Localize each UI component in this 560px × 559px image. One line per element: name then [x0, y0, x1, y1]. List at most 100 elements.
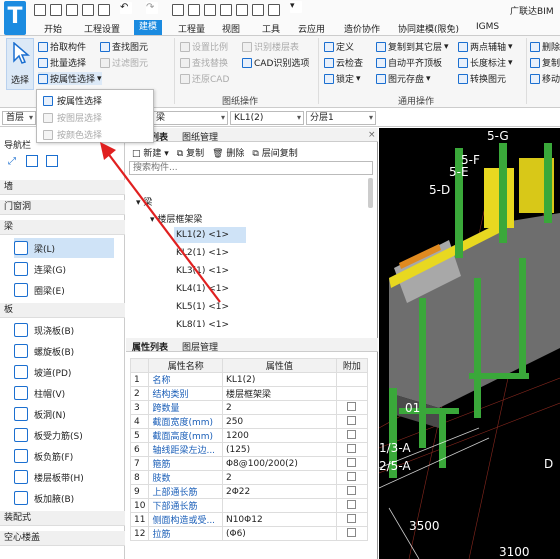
restore-cad-button[interactable]: 还原CAD [180, 72, 229, 85]
pick-component-button[interactable]: 拾取构件 [38, 40, 86, 53]
copy-button[interactable]: 复制 [530, 56, 560, 69]
nav-item-column-cap[interactable]: 柱帽(V) [14, 383, 114, 403]
tab-drawing-management[interactable]: 图纸管理 [182, 130, 218, 143]
new-button[interactable]: □ 新建 ▾ [132, 146, 169, 159]
tree-item-kl2[interactable]: KL2(1) <1> [174, 245, 246, 261]
prop-value[interactable]: 楼层框架梁 [221, 386, 337, 401]
tab-modeling[interactable]: 建模 [134, 20, 163, 35]
nav-item-negative-rebar[interactable]: 板负筋(F) [14, 446, 114, 466]
extra-checkbox[interactable] [347, 401, 357, 411]
menu-item-by-layer[interactable]: 按图层选择 [43, 111, 102, 124]
nav-grid-icon[interactable] [46, 155, 58, 167]
two-point-axis-button[interactable]: 两点辅轴 ▾ [458, 40, 513, 53]
nav-item-beam[interactable]: 梁(L) [14, 238, 114, 258]
lock-button[interactable]: 锁定 ▾ [324, 72, 361, 85]
extra-checkbox[interactable] [347, 457, 357, 467]
list-icon[interactable] [98, 4, 110, 16]
tab-quantity[interactable]: 工程量 [178, 22, 205, 35]
extra-checkbox[interactable] [347, 429, 357, 439]
property-row[interactable]: 12 拉筋 (Φ6) [129, 526, 369, 541]
convert-element-button[interactable]: 转换图元 [458, 72, 506, 85]
property-row[interactable]: 2 结构类别 楼层框架梁 [129, 386, 369, 401]
copy-component-button[interactable]: ⧉ 复制 [177, 146, 204, 159]
layout-icon[interactable] [268, 4, 280, 16]
open-file-icon[interactable] [50, 4, 62, 16]
component-select[interactable]: KL1(2) [230, 111, 304, 125]
prop-value[interactable]: N10Φ12 [221, 512, 337, 527]
auto-level-slab-button[interactable]: 自动平齐顶板 [376, 56, 442, 69]
extra-checkbox[interactable] [347, 471, 357, 481]
app-logo[interactable]: T [4, 1, 26, 35]
tab-collab-modeling[interactable]: 协同建模(限免) [398, 22, 459, 35]
property-row[interactable]: 9 上部通长筋 2Φ22 [129, 484, 369, 499]
cad-recognize-options-button[interactable]: CAD识别选项 [242, 56, 309, 69]
property-row[interactable]: 11 侧面构造或受... N10Φ12 [129, 512, 369, 527]
floor-select[interactable]: 首层 [2, 111, 36, 125]
prop-value[interactable] [221, 498, 337, 513]
delete-component-button[interactable]: 🗑 删除 [212, 146, 244, 159]
tree-root-beam[interactable]: ▾ 梁 [136, 195, 152, 208]
prop-value[interactable]: (Φ6) [221, 526, 337, 541]
menu-item-by-color[interactable]: 按颜色选择 [43, 128, 102, 141]
move-button[interactable]: 移动 [530, 72, 560, 85]
property-row[interactable]: 1 名称 KL1(2) [129, 372, 369, 387]
component-search-input[interactable] [129, 161, 373, 175]
nav-section-slab[interactable]: 板 [0, 303, 125, 318]
prop-value[interactable]: 2 [221, 470, 337, 485]
3d-viewport[interactable]: 5-G 5-F 5-E 5-D 01 1/3-A 2/5-A 3500 3100… [379, 128, 560, 559]
nav-pin-icon[interactable]: ⤢ [8, 156, 16, 167]
delete-button[interactable]: 删除 [530, 40, 560, 53]
grid-icon[interactable] [188, 4, 200, 16]
tree-item-kl4[interactable]: KL4(1) <1> [174, 281, 246, 297]
redo-icon[interactable]: ↷ [146, 2, 158, 14]
tab-start[interactable]: 开始 [44, 22, 62, 35]
save-icon[interactable] [66, 4, 78, 16]
floor-copy-button[interactable]: ⧉ 层间复制 [252, 146, 297, 159]
table-icon[interactable] [204, 4, 216, 16]
prop-value[interactable]: 2Φ22 [221, 484, 337, 499]
prop-value[interactable]: 1200 [221, 428, 337, 443]
property-row[interactable]: 10 下部通长筋 [129, 498, 369, 513]
extra-checkbox-cell[interactable] [335, 442, 369, 457]
extra-checkbox[interactable] [347, 485, 357, 495]
length-mark-button[interactable]: 长度标注 ▾ [458, 56, 513, 69]
tree-group-frame-beam[interactable]: ▾ 楼层框架梁 [150, 212, 202, 225]
prop-value[interactable]: (125) [221, 442, 337, 457]
extra-checkbox-cell[interactable] [335, 526, 369, 541]
extra-checkbox-cell[interactable] [335, 414, 369, 429]
category-select[interactable]: 梁 [152, 111, 228, 125]
tree-scrollbar[interactable] [368, 178, 373, 208]
nav-section-hollow-floor[interactable]: 空心楼盖 [0, 531, 125, 546]
extra-checkbox-cell[interactable] [335, 470, 369, 485]
set-ratio-button[interactable]: 设置比例 [180, 40, 228, 53]
nav-section-wall[interactable]: 墙 [0, 180, 125, 195]
property-row[interactable]: 8 肢数 2 [129, 470, 369, 485]
recognize-floor-table-button[interactable]: 识别楼层表 [242, 40, 299, 53]
select-by-attr-button[interactable]: 按属性选择 ▾ [38, 72, 102, 85]
new-file-icon[interactable] [34, 4, 46, 16]
property-row[interactable]: 5 截面高度(mm) 1200 [129, 428, 369, 443]
nav-item-link-beam[interactable]: 连梁(G) [14, 259, 114, 279]
extra-checkbox-cell[interactable] [335, 484, 369, 499]
layer-select[interactable]: 分层1 [306, 111, 376, 125]
tab-cloud[interactable]: 云应用 [298, 22, 325, 35]
nav-item-slab-band[interactable]: 楼层板带(H) [14, 467, 114, 487]
property-row[interactable]: 3 跨数量 2 [129, 400, 369, 415]
tab-tools[interactable]: 工具 [262, 22, 280, 35]
extra-checkbox[interactable] [347, 527, 357, 537]
extra-checkbox-cell[interactable] [335, 512, 369, 527]
copy-to-other-floor-button[interactable]: 复制到其它层 ▾ [376, 40, 449, 53]
tree-item-kl5[interactable]: KL5(1) <1> [174, 299, 246, 315]
close-icon[interactable]: × [368, 130, 376, 140]
nav-item-slab-haunch[interactable]: 板加腋(B) [14, 488, 114, 508]
prop-value[interactable]: Φ8@100/200(2) [221, 456, 337, 471]
extra-checkbox[interactable] [347, 513, 357, 523]
nav-item-cast-slab[interactable]: 现浇板(B) [14, 320, 114, 340]
undo-icon[interactable]: ↶ [120, 2, 132, 14]
extra-checkbox-cell[interactable] [335, 400, 369, 415]
menu-item-by-attribute[interactable]: 按属性选择 [43, 94, 102, 107]
extra-checkbox[interactable] [347, 443, 357, 453]
property-row[interactable]: 6 轴线距梁左边... (125) [129, 442, 369, 457]
define-button[interactable]: 定义 [324, 40, 354, 53]
tab-view[interactable]: 视图 [222, 22, 240, 35]
